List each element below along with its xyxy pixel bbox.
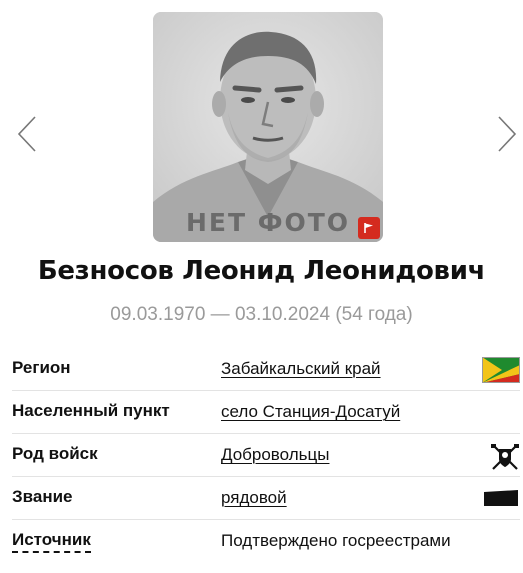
- memorial-card: НЕТ ФОТО Безносов Леонид Леонидович 09.0…: [0, 0, 523, 573]
- detail-row-source: Источник Подтверждено госреестрами: [12, 520, 520, 563]
- region-link[interactable]: Забайкальский край: [221, 359, 381, 379]
- lifespan-dates: 09.03.1970 — 03.10.2024 (54 года): [110, 304, 413, 325]
- source-value: Подтверждено госреестрами: [221, 531, 451, 550]
- rank-link[interactable]: рядовой: [221, 488, 287, 508]
- report-badge[interactable]: [358, 217, 380, 239]
- chevron-right-icon: [498, 116, 517, 152]
- detail-label: Род войск: [12, 444, 98, 463]
- person-name: Безносов Леонид Леонидович: [37, 256, 486, 286]
- chevron-left-icon: [17, 116, 36, 152]
- rank-insignia-icon: [484, 490, 518, 506]
- details-table: Регион Забайкальский край Населенный пун…: [12, 348, 520, 563]
- flag-icon: [364, 223, 373, 233]
- detail-row-region: Регион Забайкальский край: [12, 348, 520, 391]
- volunteers-emblem-icon: [491, 444, 519, 470]
- detail-label: Регион: [12, 358, 71, 377]
- prev-photo-button[interactable]: [14, 114, 40, 154]
- detail-row-rank: Звание рядовой: [12, 477, 520, 520]
- region-flag-icon: [482, 357, 520, 383]
- source-label-tooltip[interactable]: Источник: [12, 530, 91, 553]
- next-photo-button[interactable]: [494, 114, 520, 154]
- detail-label: Звание: [12, 487, 73, 506]
- settlement-link[interactable]: село Станция-Досатуй: [221, 402, 400, 422]
- branch-link[interactable]: Добровольцы: [221, 445, 329, 465]
- detail-label: Населенный пункт: [12, 401, 170, 420]
- detail-row-settlement: Населенный пункт село Станция-Досатуй: [12, 391, 520, 434]
- photo-placeholder: НЕТ ФОТО: [153, 12, 383, 242]
- no-photo-label: НЕТ ФОТО: [185, 208, 351, 237]
- detail-row-branch: Род войск Добровольцы: [12, 434, 520, 477]
